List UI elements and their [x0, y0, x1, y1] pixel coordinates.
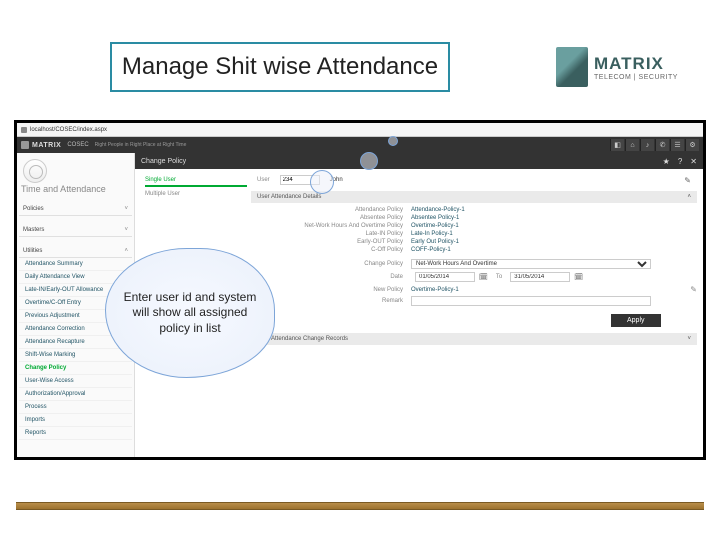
user-edit-icon[interactable]: ✎ [684, 176, 691, 185]
panel-title: Change Policy [141, 158, 186, 165]
topbar-icon-apps[interactable]: ◧ [610, 139, 624, 151]
policy-value: Attendance-Policy-1 [411, 207, 465, 213]
apply-button[interactable]: Apply [611, 314, 661, 327]
records-header[interactable]: User Attendance Change Records ˅ [251, 333, 697, 345]
product-name: COSEC [67, 142, 88, 148]
topbar-icons: ◧ ⌂ ♪ ✆ ☰ ⚙ [610, 139, 699, 151]
nav-section-masters[interactable]: Masters˅ [19, 224, 132, 237]
url-bar[interactable]: localhost/COSEC/index.aspx [17, 123, 703, 137]
nav-item[interactable]: Attendance Summary [19, 258, 132, 271]
policy-value: Overtime-Policy-1 [411, 223, 459, 229]
calendar-icon[interactable]: 🗓 [479, 273, 488, 281]
nav-section-utilities[interactable]: Utilities˄ [19, 245, 132, 258]
slide-title-box: Manage Shit wise Attendance [110, 42, 450, 92]
logo-sub: TELECOM | SECURITY [594, 74, 678, 81]
module-icon [23, 159, 47, 183]
panel-header: Change Policy ★ ? ✕ [135, 153, 703, 169]
topbar-icon-power[interactable]: ⚙ [685, 139, 699, 151]
tagline: Right People in Right Place at Right Tim… [95, 142, 187, 148]
panel-close-icon[interactable]: ✕ [690, 157, 697, 166]
user-label: User [257, 177, 270, 183]
calendar-icon[interactable]: 🗓 [574, 273, 583, 281]
panel-fav-icon[interactable]: ★ [663, 157, 670, 166]
topbar-icon-phone[interactable]: ✆ [655, 139, 669, 151]
logo-main: MATRIX [594, 54, 678, 74]
chevron-up-icon: ˄ [687, 194, 691, 200]
tab-multiple-user[interactable]: Multiple User [145, 191, 247, 197]
url-text: localhost/COSEC/index.aspx [30, 127, 107, 133]
new-policy-value: Overtime-Policy-1 [411, 287, 459, 293]
remark-input[interactable] [411, 296, 651, 306]
nav-item[interactable]: Process [19, 401, 132, 414]
nav-item[interactable]: User-Wise Access [19, 375, 132, 388]
top-bar: MATRIX COSEC Right People in Right Place… [17, 137, 703, 153]
edit-icon[interactable]: ✎ [690, 285, 697, 294]
chevron-down-icon: ˅ [124, 206, 128, 212]
topbar-icon-menu[interactable]: ☰ [670, 139, 684, 151]
chevron-down-icon: ˅ [687, 336, 691, 342]
callout-bubble-icon [388, 136, 398, 146]
policy-value: Late-In Policy-1 [411, 231, 453, 237]
footer-rule [16, 502, 704, 510]
nav-item[interactable]: Shift-Wise Marking [19, 349, 132, 362]
matrix-logo: MATRIX TELECOM | SECURITY [556, 42, 696, 92]
policy-value: Early Out Policy-1 [411, 239, 459, 245]
date-to-input[interactable] [510, 272, 570, 282]
callout-cloud: Enter user id and system will show all a… [105, 248, 275, 378]
policy-value: Absentee Policy-1 [411, 215, 459, 221]
lock-icon [21, 127, 27, 133]
nav-section-policies[interactable]: Policies˅ [19, 203, 132, 216]
callout-text: Enter user id and system will show all a… [116, 290, 264, 337]
slide-title: Manage Shit wise Attendance [122, 53, 438, 81]
panel-help-icon[interactable]: ? [678, 157, 682, 166]
callout-bubble-icon [360, 152, 378, 170]
change-policy-select[interactable]: Net-Work Hours And Overtime [411, 259, 651, 269]
nav-item[interactable]: Imports [19, 414, 132, 427]
topbar-icon-bell[interactable]: ♪ [640, 139, 654, 151]
brand: MATRIX [21, 141, 61, 149]
callout-bubble-icon [310, 170, 334, 194]
module-name: Time and Attendance [21, 185, 106, 195]
topbar-icon-home[interactable]: ⌂ [625, 139, 639, 151]
date-from-input[interactable] [415, 272, 475, 282]
callout-pointer [270, 160, 340, 210]
nav-item-change-policy[interactable]: Change Policy [19, 362, 132, 375]
chevron-up-icon: ˄ [124, 248, 128, 254]
matrix-logo-icon [556, 47, 588, 87]
chevron-down-icon: ˅ [124, 227, 128, 233]
tab-single-user[interactable]: Single User [145, 177, 247, 187]
policy-value: COFF-Policy-1 [411, 247, 451, 253]
brand-mini-icon [21, 141, 29, 149]
nav-item[interactable]: Authorization/Approval [19, 388, 132, 401]
nav-item[interactable]: Reports [19, 427, 132, 440]
